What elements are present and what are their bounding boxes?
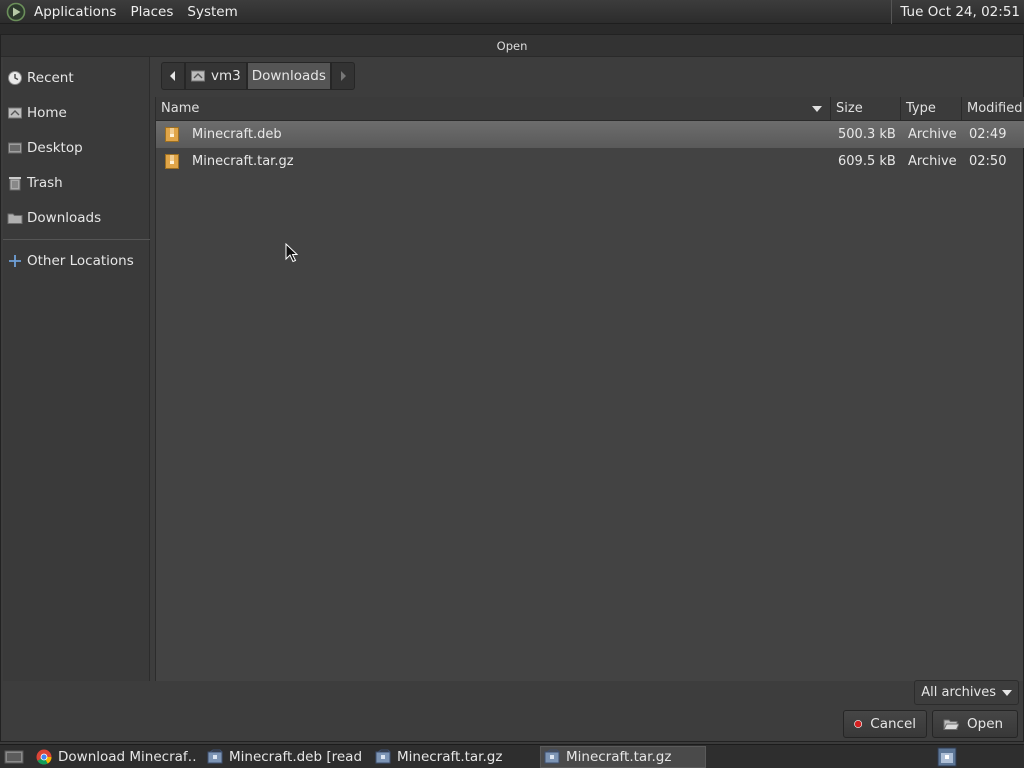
open-button[interactable]: Open <box>932 710 1018 738</box>
sidebar-item-desktop[interactable]: Desktop <box>3 135 150 161</box>
taskbar-item-archive-tar[interactable]: Minecraft.tar.gz <box>375 746 535 768</box>
applications-menu[interactable]: Applications <box>27 0 123 24</box>
show-desktop-button[interactable] <box>2 746 26 768</box>
sidebar-item-label: Home <box>27 105 67 121</box>
chevron-down-icon <box>1002 689 1012 696</box>
desktop-icon <box>7 140 23 156</box>
places-menu[interactable]: Places <box>123 0 180 24</box>
file-name: Minecraft.deb <box>192 127 282 142</box>
file-type: Archive <box>908 154 957 169</box>
tray-archive-manager[interactable] <box>936 746 958 768</box>
file-list-header: Name Size Type Modified <box>156 97 1024 121</box>
archive-manager-icon <box>937 747 957 767</box>
chrome-icon <box>36 749 52 765</box>
file-name: Minecraft.tar.gz <box>192 154 294 169</box>
path-crumb-downloads[interactable]: Downloads <box>246 62 331 90</box>
archive-manager-icon <box>375 749 391 764</box>
cancel-button[interactable]: Cancel <box>843 710 927 738</box>
taskbar-item-archive-deb[interactable]: Minecraft.deb [read … <box>207 746 367 768</box>
column-header-type[interactable]: Type <box>900 97 960 121</box>
column-header-modified[interactable]: Modified <box>961 97 1024 121</box>
open-folder-icon <box>943 719 959 730</box>
sidebar-item-home[interactable]: Home <box>3 100 150 126</box>
home-icon <box>191 70 205 82</box>
top-panel: Applications Places System Tue Oct 24, 0… <box>0 0 1024 24</box>
path-back-button[interactable] <box>161 62 185 90</box>
file-type: Archive <box>908 127 957 142</box>
file-row[interactable]: Minecraft.tar.gz 609.5 kB Archive 02:50 <box>156 148 1024 175</box>
chevron-left-icon <box>170 71 175 81</box>
file-row[interactable]: Minecraft.deb 500.3 kB Archive 02:49 <box>156 121 1024 148</box>
sidebar-item-label: Trash <box>27 175 63 191</box>
archive-manager-icon <box>207 749 223 764</box>
show-desktop-icon <box>4 750 24 764</box>
clock-icon <box>7 70 23 86</box>
archive-file-icon <box>165 154 179 169</box>
folder-icon <box>7 210 23 226</box>
sidebar-item-recent[interactable]: Recent <box>3 65 150 91</box>
sidebar-item-trash[interactable]: Trash <box>3 170 150 196</box>
sidebar-item-downloads[interactable]: Downloads <box>3 205 150 231</box>
file-size: 609.5 kB <box>838 154 896 169</box>
sidebar-item-label: Downloads <box>27 210 102 226</box>
path-bar: vm3 Downloads <box>161 62 355 90</box>
file-modified: 02:50 <box>969 154 1007 169</box>
sort-descending-icon <box>812 106 822 112</box>
taskbar-item-archive-tar-active[interactable]: Minecraft.tar.gz <box>540 746 706 768</box>
file-type-filter-dropdown[interactable]: All archives <box>914 680 1019 705</box>
plus-icon <box>7 253 23 269</box>
mouse-pointer-icon <box>285 243 298 263</box>
file-modified: 02:49 <box>969 127 1007 142</box>
distro-logo-icon[interactable] <box>6 2 26 22</box>
chevron-right-icon <box>340 71 346 81</box>
sidebar-item-label: Recent <box>27 70 74 86</box>
file-size: 500.3 kB <box>838 127 896 142</box>
column-header-size[interactable]: Size <box>830 97 898 121</box>
dialog-title: Open <box>1 35 1023 57</box>
system-menu[interactable]: System <box>180 0 244 24</box>
archive-manager-icon <box>544 749 560 764</box>
sidebar-item-label: Other Locations <box>27 253 134 269</box>
path-crumb-label: vm3 <box>211 68 241 84</box>
sidebar-separator <box>3 239 150 240</box>
path-crumb-vm3[interactable]: vm3 <box>185 62 247 90</box>
places-sidebar: Recent Home Desktop Trash Downloads Othe… <box>3 57 150 681</box>
sidebar-item-other-locations[interactable]: Other Locations <box>3 248 150 274</box>
file-chooser-dialog: Open Recent Home Desktop Trash Downloads… <box>0 34 1024 742</box>
path-forward-button[interactable] <box>330 62 355 90</box>
column-header-name[interactable]: Name <box>156 97 830 121</box>
cancel-icon <box>854 720 863 728</box>
home-icon <box>7 105 23 121</box>
archive-file-icon <box>165 127 179 142</box>
taskbar: Download Minecraf… Minecraft.deb [read …… <box>0 744 1024 768</box>
trash-icon <box>7 175 23 191</box>
filter-selected-value: All archives <box>921 685 996 700</box>
sidebar-item-label: Desktop <box>27 140 83 156</box>
path-crumb-label: Downloads <box>251 68 326 84</box>
file-list[interactable]: Name Size Type Modified Minecraft.deb 50… <box>155 97 1024 681</box>
taskbar-item-chrome[interactable]: Download Minecraf… <box>36 746 198 768</box>
clock[interactable]: Tue Oct 24, 02:51 <box>891 0 1020 24</box>
